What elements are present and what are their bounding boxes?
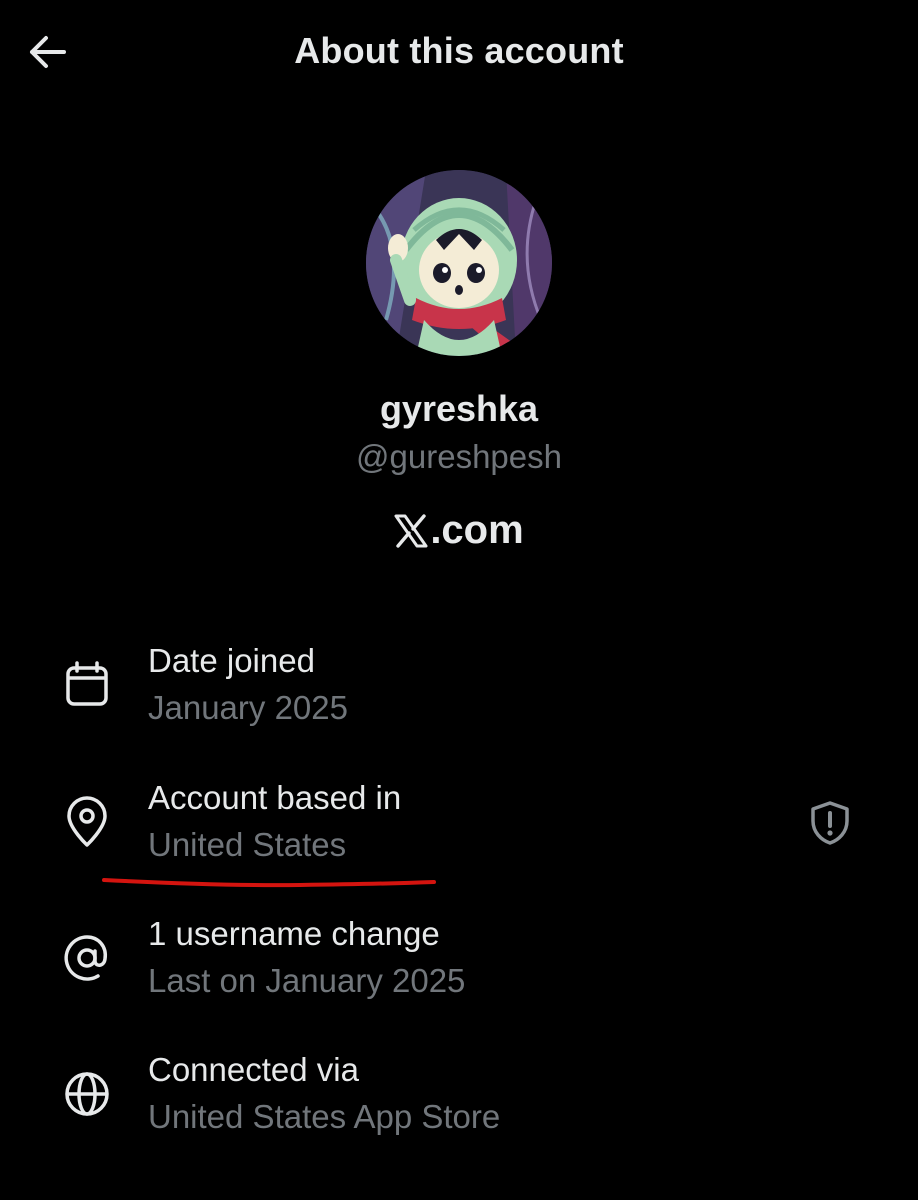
at-sign-icon	[60, 931, 114, 985]
username-change-value: Last on January 2025	[148, 962, 466, 999]
connected-via-row: Connected via United States App Store	[0, 1049, 918, 1159]
location-pin-icon	[60, 795, 114, 849]
username-change-label: 1 username change	[148, 915, 440, 952]
red-underline-annotation	[100, 872, 440, 892]
x-logo-icon	[394, 513, 428, 548]
page-title: About this account	[294, 30, 624, 71]
top-bar: About this account	[0, 0, 918, 105]
account-location-label: Account based in	[148, 779, 402, 816]
avatar[interactable]	[366, 170, 552, 356]
date-joined-value: January 2025	[148, 689, 348, 726]
connected-via-label: Connected via	[148, 1051, 359, 1088]
date-joined-row: Date joined January 2025	[0, 640, 918, 750]
connected-via-value: United States App Store	[148, 1098, 501, 1135]
brand-label: .com	[0, 508, 918, 553]
shield-alert-icon[interactable]	[806, 799, 854, 847]
brand-text: .com	[430, 508, 524, 552]
account-location-row: Account based in United States	[0, 777, 918, 887]
username-change-row: 1 username change Last on January 2025	[0, 913, 918, 1023]
account-location-value: United States	[148, 826, 347, 863]
calendar-icon	[60, 658, 114, 712]
username-handle: @gureshpesh	[356, 438, 562, 475]
display-name: gyreshka	[379, 388, 539, 429]
globe-icon	[60, 1067, 114, 1121]
date-joined-label: Date joined	[148, 642, 315, 679]
